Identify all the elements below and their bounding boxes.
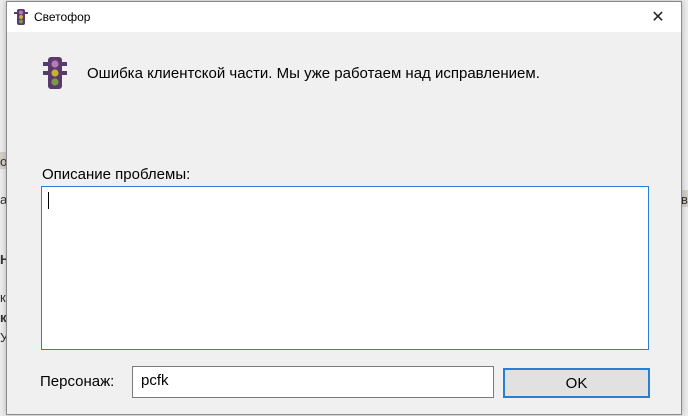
description-textarea[interactable]: [41, 186, 649, 350]
description-label: Описание проблемы:: [42, 166, 191, 183]
error-dialog: Светофор ✕ Ошибка клиентской части. Мы у…: [6, 1, 682, 415]
text-caret: [48, 192, 49, 209]
character-label: Персонаж:: [40, 373, 115, 390]
title-bar[interactable]: Светофор ✕: [7, 2, 681, 32]
ok-button[interactable]: OK: [503, 368, 650, 398]
traffic-light-icon: [14, 9, 28, 25]
background-text: во: [681, 192, 688, 207]
character-field[interactable]: pcfk: [132, 366, 494, 398]
close-button[interactable]: ✕: [635, 2, 681, 32]
window-title: Светофор: [34, 10, 91, 24]
error-message: Ошибка клиентской части. Мы уже работаем…: [87, 65, 540, 82]
close-icon: ✕: [651, 9, 665, 26]
traffic-light-icon: [43, 57, 67, 89]
